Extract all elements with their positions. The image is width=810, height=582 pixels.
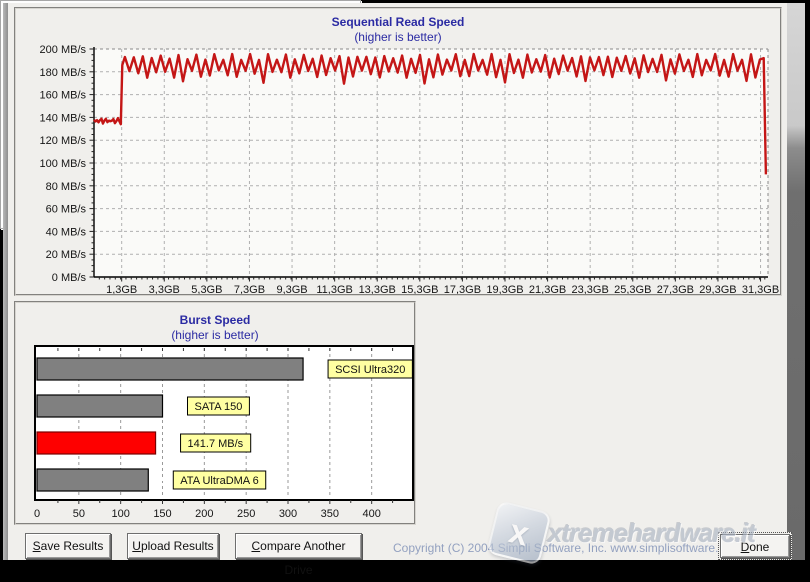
- svg-text:5,3GB: 5,3GB: [191, 284, 222, 294]
- sequential-read-panel: Sequential Read Speed (higher is better)…: [14, 7, 782, 296]
- burst-bar-0: [37, 358, 303, 380]
- svg-text:250: 250: [237, 508, 255, 520]
- svg-text:13,3GB: 13,3GB: [359, 284, 396, 294]
- burst-chart-svg: 0 50 100 150 200 250 300 350 400 SCSI Ultra320 SAT…: [16, 303, 414, 523]
- svg-text:60 MB/s: 60 MB/s: [46, 204, 87, 216]
- svg-text:23,3GB: 23,3GB: [572, 284, 609, 294]
- svg-text:50: 50: [73, 508, 85, 520]
- burst-bar-2: [37, 432, 156, 454]
- done-button[interactable]: Done: [720, 534, 790, 558]
- svg-text:20 MB/s: 20 MB/s: [46, 249, 87, 261]
- svg-text:29,3GB: 29,3GB: [699, 284, 736, 294]
- svg-text:40 MB/s: 40 MB/s: [46, 226, 87, 238]
- svg-text:200: 200: [195, 508, 213, 520]
- svg-text:160 MB/s: 160 MB/s: [40, 90, 87, 102]
- burst-bar-1: [37, 395, 163, 417]
- svg-text:80 MB/s: 80 MB/s: [46, 181, 87, 193]
- done-button-focus-ring: Done: [718, 532, 792, 560]
- svg-text:100 MB/s: 100 MB/s: [40, 158, 87, 170]
- burst-bar-3: [37, 469, 148, 491]
- svg-text:3,3GB: 3,3GB: [149, 284, 180, 294]
- svg-text:350: 350: [321, 508, 339, 520]
- svg-text:200 MB/s: 200 MB/s: [40, 44, 87, 56]
- svg-text:7,3GB: 7,3GB: [234, 284, 265, 294]
- upload-results-button[interactable]: Upload Results: [127, 533, 219, 559]
- svg-text:400: 400: [362, 508, 380, 520]
- bar-label-text: SCSI Ultra320: [335, 364, 405, 376]
- svg-text:100: 100: [111, 508, 129, 520]
- svg-text:180 MB/s: 180 MB/s: [40, 67, 87, 79]
- svg-text:1,3GB: 1,3GB: [106, 284, 137, 294]
- bar-label-text: 141.7 MB/s: [188, 438, 244, 450]
- svg-text:25,3GB: 25,3GB: [614, 284, 651, 294]
- sequential-chart-svg: 200 MB/s 180 MB/s 160 MB/s 140 MB/s 120 MB/s…: [16, 9, 780, 294]
- bar-label-text: ATA UltraDMA 6: [180, 475, 258, 487]
- burst-x-labels: 0 50 100 150 200 250 300 350 400: [34, 508, 381, 520]
- svg-text:150: 150: [153, 508, 171, 520]
- svg-text:9,3GB: 9,3GB: [276, 284, 307, 294]
- save-results-button[interactable]: Save Results: [25, 533, 111, 559]
- seq-y-labels: 200 MB/s 180 MB/s 160 MB/s 140 MB/s 120 MB/s…: [40, 44, 87, 284]
- svg-text:140 MB/s: 140 MB/s: [40, 112, 87, 124]
- compare-another-drive-button[interactable]: Compare Another Drive: [235, 533, 362, 559]
- svg-text:19,3GB: 19,3GB: [486, 284, 523, 294]
- svg-text:15,3GB: 15,3GB: [401, 284, 438, 294]
- svg-text:0 MB/s: 0 MB/s: [52, 272, 87, 284]
- svg-text:31,3GB: 31,3GB: [742, 284, 779, 294]
- bar-label-text: SATA 150: [195, 401, 243, 413]
- copyright-text: Copyright (C) 2004 Simpli Software, Inc.…: [393, 541, 741, 555]
- svg-text:300: 300: [279, 508, 297, 520]
- window-frame-right: [787, 3, 805, 560]
- svg-text:17,3GB: 17,3GB: [444, 284, 481, 294]
- svg-text:11,3GB: 11,3GB: [316, 284, 353, 294]
- svg-text:120 MB/s: 120 MB/s: [40, 135, 87, 147]
- svg-text:21,3GB: 21,3GB: [529, 284, 566, 294]
- svg-text:0: 0: [34, 508, 40, 520]
- burst-speed-panel: Burst Speed (higher is better) 050100150…: [14, 301, 416, 525]
- svg-text:27,3GB: 27,3GB: [657, 284, 694, 294]
- seq-x-labels: 1,3GB 3,3GB 5,3GB 7,3GB 9,3GB 11,3GB 13,3GB 15,…: [106, 284, 779, 294]
